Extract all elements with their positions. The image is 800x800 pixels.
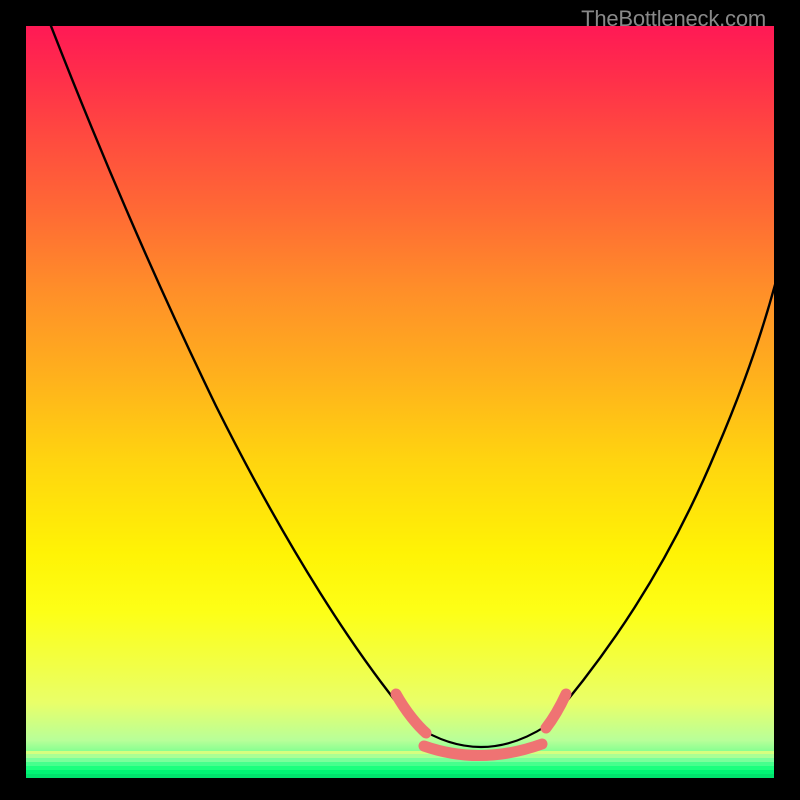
- curves-layer: [26, 26, 774, 778]
- chart-container: TheBottleneck.com: [0, 0, 800, 800]
- watermark: TheBottleneck.com: [581, 6, 766, 32]
- highlight-right: [546, 694, 566, 728]
- plot-area: [26, 26, 774, 778]
- highlight-left: [396, 694, 426, 733]
- curve-right: [546, 281, 774, 726]
- highlight-floor: [424, 744, 542, 756]
- curve-left: [44, 26, 416, 726]
